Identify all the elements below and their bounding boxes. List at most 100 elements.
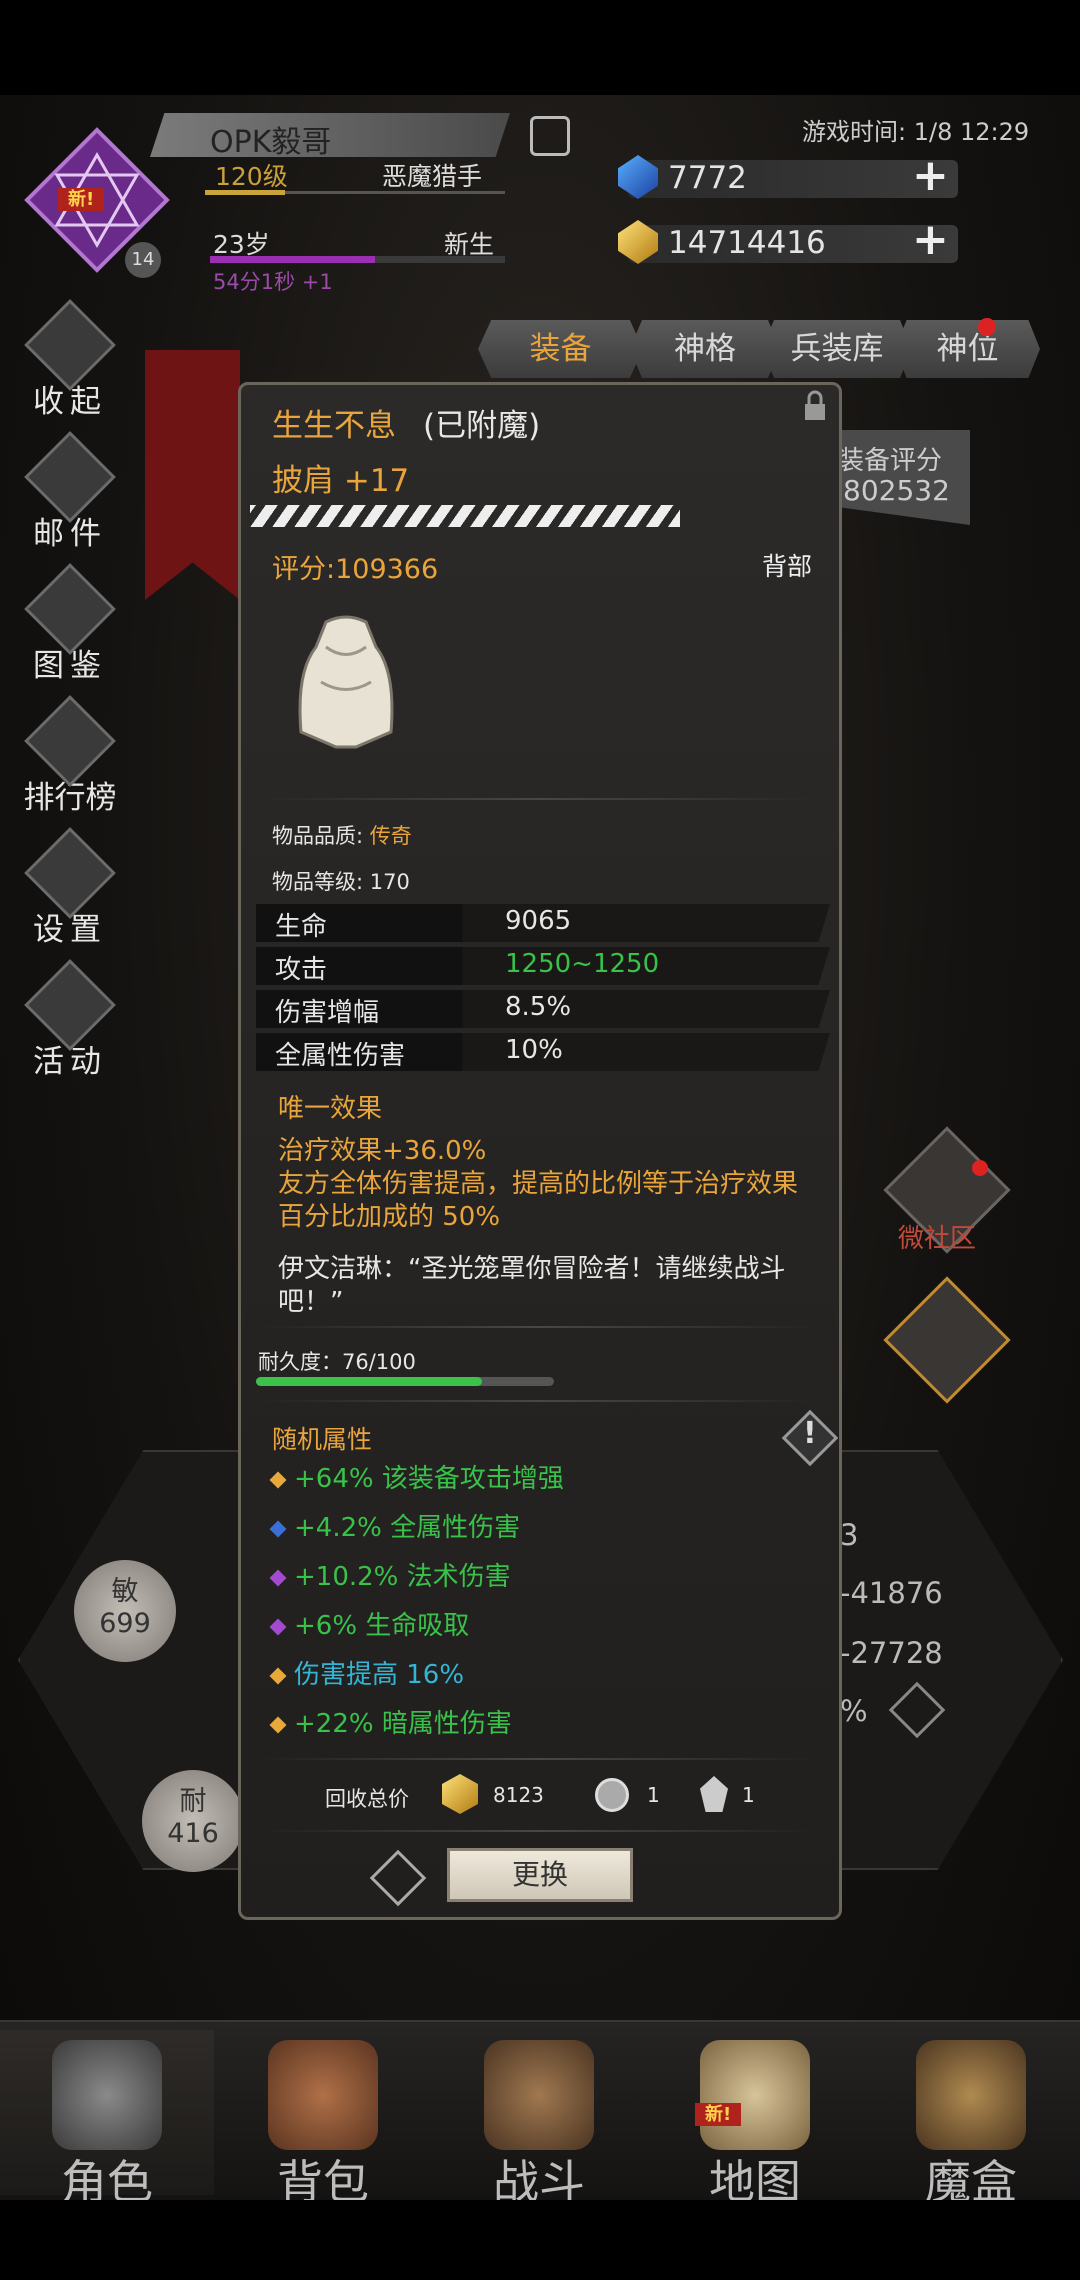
add-gold-button[interactable]: + xyxy=(912,218,949,262)
stat-alldmg-value: 10% xyxy=(505,1035,563,1065)
item-score: 评分:109366 xyxy=(272,554,439,585)
side-activity[interactable]: 活动 xyxy=(10,959,130,1090)
stat-hp-value: 9065 xyxy=(505,906,572,936)
edit-name-icon[interactable] xyxy=(530,116,570,156)
recycle-material-2: 1 xyxy=(742,1783,755,1807)
avatar-count-badge: 14 xyxy=(125,242,161,278)
nav-character[interactable]: 角色 xyxy=(0,2030,214,2209)
side-settings[interactable]: 设置 xyxy=(10,827,130,958)
random-attr-line: +10.2% 法术伤害 xyxy=(269,1556,511,1592)
bg-stat-4: % xyxy=(840,1694,868,1728)
map-new-badge: 新! xyxy=(695,2100,742,2126)
random-attrs-title: 随机属性 xyxy=(272,1425,373,1454)
unique-effect-title: 唯一效果 xyxy=(278,1094,383,1124)
tab-divinity[interactable]: 神格 xyxy=(630,320,780,378)
tab-armory[interactable]: 兵装库 xyxy=(762,320,912,378)
lock-icon[interactable] xyxy=(795,386,835,426)
stat-atk-value: 1250~1250 xyxy=(505,949,660,979)
attr-gem-icon xyxy=(269,1471,287,1488)
player-name: OPK毅哥 xyxy=(210,125,332,160)
status-bar-area xyxy=(0,0,1080,95)
stamina-stat: 耐 416 xyxy=(142,1770,244,1872)
equip-score-label: 装备评分 xyxy=(838,446,943,476)
blue-gem-count: 7772 xyxy=(668,160,747,196)
random-attr-text: +4.2% 全属性伤害 xyxy=(294,1513,521,1543)
divider-2 xyxy=(258,1326,818,1328)
sword-shield-icon xyxy=(484,2040,594,2150)
attr-gem-icon xyxy=(269,1716,287,1733)
equip-score-value: 802532 xyxy=(843,474,950,507)
exclamation-icon: ! xyxy=(803,1416,817,1451)
stat-dmgamp-label: 伤害增幅 xyxy=(275,998,380,1028)
bg-stat-3: -27728 xyxy=(840,1636,943,1670)
replace-button[interactable]: 更换 xyxy=(447,1848,633,1902)
side-collapse[interactable]: 收起 xyxy=(10,299,130,430)
nav-magic-box[interactable]: 魔盒 xyxy=(864,2030,1078,2209)
item-enchant-status: (已附魔) xyxy=(423,408,541,444)
player-class: 恶魔猎手 xyxy=(382,162,483,191)
nav-battle[interactable]: 战斗 xyxy=(432,2030,646,2209)
magic-cube-icon xyxy=(916,2040,1026,2150)
age-progress xyxy=(210,256,375,263)
tab-god-seat[interactable]: 神位 xyxy=(895,320,1040,378)
random-attr-text: +6% 生命吸取 xyxy=(294,1611,470,1641)
attr-gem-icon xyxy=(269,1569,287,1586)
bg-stat-2: -41876 xyxy=(840,1576,943,1610)
gesture-bar-area xyxy=(0,2200,1080,2280)
stat-hp-label: 生命 xyxy=(275,912,328,942)
backpack-icon xyxy=(268,2040,378,2150)
item-name: 生生不息 xyxy=(272,408,396,444)
side-codex[interactable]: 图鉴 xyxy=(10,563,130,694)
avatar-new-badge: 新! xyxy=(58,185,105,211)
player-level: 120级 xyxy=(215,162,288,191)
gold-count: 14714416 xyxy=(668,225,826,261)
random-attr-text: +22% 暗属性伤害 xyxy=(294,1709,512,1739)
cloak-item-icon xyxy=(286,612,406,752)
helmet-icon xyxy=(52,2040,162,2150)
nav-map[interactable]: 地图 xyxy=(648,2030,862,2209)
divider-1 xyxy=(258,798,818,800)
random-attr-line: +22% 暗属性伤害 xyxy=(269,1703,512,1739)
stat-dmgamp-value: 8.5% xyxy=(505,992,572,1022)
random-attr-text: 伤害提高 16% xyxy=(294,1660,465,1690)
attr-gem-icon xyxy=(269,1667,287,1684)
divider-5 xyxy=(258,1830,818,1832)
side-mail[interactable]: 邮件 xyxy=(10,431,130,562)
stat-atk-label: 攻击 xyxy=(275,955,328,985)
random-attr-line: +4.2% 全属性伤害 xyxy=(269,1507,521,1543)
durability-fill xyxy=(256,1377,482,1386)
durability-label: 耐久度：76/100 xyxy=(258,1350,416,1374)
item-level: 物品等级: 170 xyxy=(272,870,410,894)
item-quality: 物品品质: 传奇 xyxy=(272,824,412,848)
random-attr-text: +64% 该装备攻击增强 xyxy=(294,1464,564,1494)
community-label[interactable]: 微社区 xyxy=(898,1218,976,1255)
tab-equipment[interactable]: 装备 xyxy=(478,320,643,378)
item-quote: 伊文洁琳：“圣光笼罩你冒险者！请继续战斗吧！” xyxy=(278,1254,786,1317)
attr-gem-icon xyxy=(269,1520,287,1537)
item-part: 背部 xyxy=(762,552,813,581)
divider-4 xyxy=(258,1758,818,1760)
random-attr-line: +6% 生命吸取 xyxy=(269,1605,470,1641)
recycle-label: 回收总价 xyxy=(325,1787,409,1811)
bg-stat-1: 3 xyxy=(840,1518,859,1552)
guild-banner xyxy=(145,350,240,600)
random-attr-text: +10.2% 法术伤害 xyxy=(294,1562,511,1592)
agility-stat: 敏 699 xyxy=(74,1560,176,1662)
community-notification-dot xyxy=(972,1160,988,1176)
divider-3 xyxy=(258,1400,818,1402)
unique-effect-text: 治疗效果+36.0% 友方全体伤害提高，提高的比例等于治疗效果百分比加成的 50… xyxy=(278,1136,799,1232)
nav-backpack[interactable]: 背包 xyxy=(216,2030,430,2209)
add-blue-gem-button[interactable]: + xyxy=(912,154,949,198)
random-attr-line: +64% 该装备攻击增强 xyxy=(269,1458,564,1494)
tab-notification-dot xyxy=(978,318,996,336)
enhance-progress-stripes xyxy=(250,505,680,527)
stat-alldmg-label: 全属性伤害 xyxy=(275,1041,406,1071)
recycle-material-1: 1 xyxy=(647,1783,660,1807)
scroll-map-icon xyxy=(700,2040,810,2150)
side-ranking[interactable]: 排行榜 xyxy=(10,695,130,826)
item-slot-enhance: 披肩 +17 xyxy=(272,463,410,499)
game-time: 游戏时间: 1/8 12:29 xyxy=(802,118,1030,146)
random-attr-line: 伤害提高 16% xyxy=(269,1654,465,1690)
attr-gem-icon xyxy=(269,1618,287,1635)
recycle-gold: 8123 xyxy=(493,1783,544,1807)
